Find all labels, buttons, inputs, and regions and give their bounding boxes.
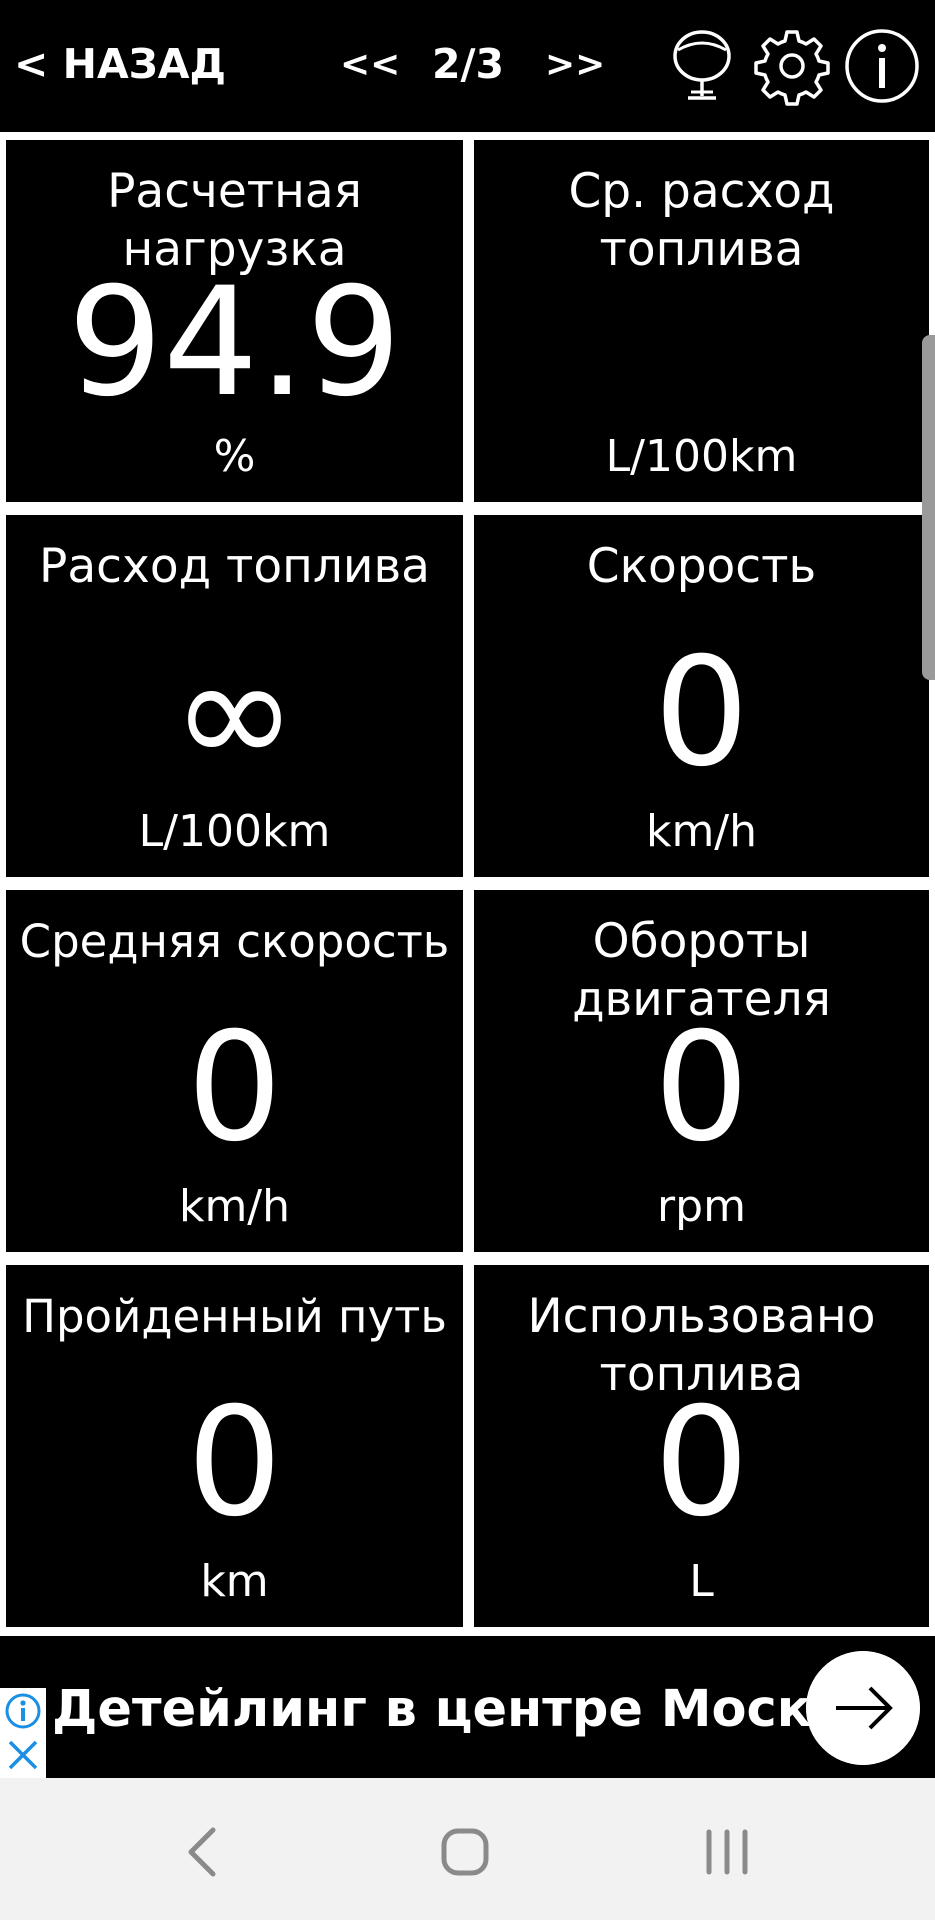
gauge-unit: %: [213, 431, 256, 482]
gauge-tile-fuel-used[interactable]: Использовано топлива 0 L: [471, 1262, 932, 1630]
next-page-button[interactable]: >>: [545, 44, 605, 85]
ad-info-icon[interactable]: [0, 1688, 46, 1734]
gauge-value: 0: [186, 1001, 283, 1175]
previous-page-button[interactable]: <<: [340, 44, 400, 85]
page-indicator: 2/3: [432, 40, 505, 88]
gear-icon[interactable]: [752, 26, 832, 106]
gauge-value: 0: [186, 1376, 283, 1550]
back-chevron-icon[interactable]: [163, 1812, 243, 1892]
ad-close-icon[interactable]: [0, 1734, 46, 1778]
gauge-grid: Расчетная нагрузка 94.9 % Ср. расход топ…: [0, 132, 935, 1634]
ad-headline[interactable]: Детейлинг в центре Москвы: [52, 1680, 890, 1739]
gauge-tile-distance-traveled[interactable]: Пройденный путь 0 km: [3, 1262, 466, 1630]
gauge-label: Средняя скорость: [19, 915, 450, 968]
gauge-value: 0: [653, 626, 750, 800]
gauge-value: 0: [653, 1001, 750, 1175]
info-icon[interactable]: [842, 26, 922, 106]
ad-banner[interactable]: Детейлинг в центре Москвы: [0, 1636, 935, 1778]
arrow-right-icon[interactable]: [806, 1651, 920, 1765]
gauge-tile-average-speed[interactable]: Средняя скорость 0 km/h: [3, 887, 466, 1255]
gauge-unit: L/100km: [605, 431, 798, 482]
home-icon[interactable]: [425, 1812, 505, 1892]
gauge-value: ∞: [172, 626, 297, 800]
gauge-tile-avg-fuel-consumption[interactable]: Ср. расход топлива L/100km: [471, 137, 932, 505]
gauge-unit: km: [200, 1556, 269, 1607]
gauge-unit: rpm: [657, 1181, 746, 1232]
top-bar: < НАЗАД << 2/3 >>: [0, 0, 935, 132]
gauge-label: Скорость: [586, 539, 817, 594]
system-navigation-bar: [0, 1778, 935, 1920]
gauge-value: 94.9: [67, 256, 402, 430]
gauge-unit: L/100km: [138, 806, 331, 857]
gauge-unit: L: [689, 1556, 714, 1607]
gauge-label: Ср. расход топлива: [568, 164, 835, 277]
recents-icon[interactable]: [687, 1812, 767, 1892]
gauge-label: Расход топлива: [39, 539, 430, 594]
gauge-tile-engine-rpm[interactable]: Обороты двигателя 0 rpm: [471, 887, 932, 1255]
back-button[interactable]: < НАЗАД: [14, 40, 226, 88]
gauge-unit: km/h: [645, 806, 758, 857]
gauge-value: 0: [653, 1376, 750, 1550]
gauge-unit: km/h: [178, 1181, 291, 1232]
edge-panel-handle[interactable]: [922, 335, 935, 680]
gauge-label: Пройденный путь: [22, 1290, 447, 1343]
gauge-tile-fuel-consumption[interactable]: Расход топлива ∞ L/100km: [3, 512, 466, 880]
gauge-tile-calculated-load[interactable]: Расчетная нагрузка 94.9 %: [3, 137, 466, 505]
gauge-tile-speed[interactable]: Скорость 0 km/h: [471, 512, 932, 880]
microphone-icon[interactable]: [662, 26, 742, 106]
